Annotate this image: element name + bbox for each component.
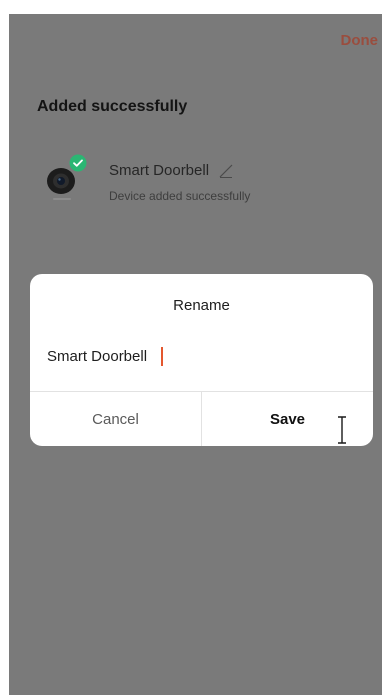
check-badge-icon [69, 154, 87, 172]
page-title: Added successfully [37, 98, 188, 115]
device-status-text: Device added successfully [109, 189, 251, 203]
done-button[interactable]: Done [341, 32, 379, 49]
device-name-row: Smart Doorbell [109, 162, 233, 179]
rename-dialog: Rename Cancel Save [30, 274, 373, 446]
text-caret [161, 347, 163, 366]
device-list-item[interactable]: Smart Doorbell Device added successfully [45, 154, 345, 214]
cancel-button[interactable]: Cancel [30, 392, 201, 446]
rename-input[interactable] [47, 342, 347, 370]
screen-overlay: Done Added successfully Smart Doorbell D… [9, 14, 382, 695]
device-name: Smart Doorbell [109, 162, 210, 179]
pencil-edit-icon[interactable] [219, 164, 233, 179]
dialog-title: Rename [173, 297, 230, 314]
text-cursor-icon [338, 416, 346, 444]
